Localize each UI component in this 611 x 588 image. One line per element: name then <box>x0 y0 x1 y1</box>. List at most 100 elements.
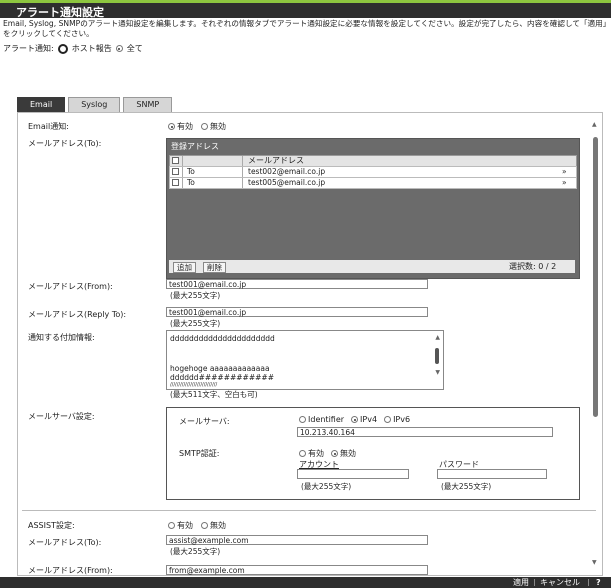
mail-address-table: 登録アドレス メールアドレス To test002@email.co.jp » … <box>166 138 580 279</box>
text-line: dddddd############ <box>170 373 274 382</box>
alert-notification-row: アラート通知: ホスト報告 全て <box>3 43 143 54</box>
additional-info-textarea[interactable]: dddddddddddddddddddddd hogehoge aaaaaaaa… <box>166 330 444 390</box>
mail-from-label: メールアドレス(From): <box>28 282 113 291</box>
page-description: Email, Syslog, SNMPのアラート通知設定を編集します。それぞれの… <box>3 19 607 38</box>
select-all-checkbox[interactable] <box>172 157 179 164</box>
assist-enabled-radio[interactable] <box>168 522 175 529</box>
host-report-radio[interactable] <box>57 43 68 54</box>
reply-to-input[interactable]: test001@email.co.jp <box>166 307 428 317</box>
divider <box>588 579 589 586</box>
assist-disabled-radio[interactable] <box>201 522 208 529</box>
scroll-up-icon[interactable]: ▲ <box>592 121 597 128</box>
divider <box>534 579 535 586</box>
mail-server-box: メールサーバ: Identifier IPv4 IPv6 10.213.40.1… <box>166 407 580 500</box>
identifier-label: Identifier <box>308 415 345 424</box>
ipv4-label: IPv4 <box>360 415 378 424</box>
reply-to-hint: (最大255文字) <box>170 319 221 328</box>
assist-label: ASSIST設定: <box>28 521 75 530</box>
table-footer: 追加 削除 選択数: 0 / 2 <box>169 260 575 273</box>
add-button[interactable]: 追加 <box>173 262 196 273</box>
expand-icon[interactable]: » <box>562 178 567 188</box>
row-checkbox[interactable] <box>172 168 179 175</box>
smtp-enabled-label: 有効 <box>308 449 324 458</box>
row-type: To <box>187 178 195 187</box>
tab-email[interactable]: Email <box>17 97 66 113</box>
scroll-down-icon[interactable]: ▼ <box>592 559 597 566</box>
mail-server-label: メールサーバ: <box>179 417 230 426</box>
column-header-address: メールアドレス <box>248 156 304 165</box>
row-type: To <box>187 167 195 176</box>
smtp-auth-options: 有効 無効 <box>299 448 356 459</box>
smtp-disabled-label: 無効 <box>340 449 356 458</box>
smtp-disabled-radio[interactable] <box>331 450 338 457</box>
divider <box>242 167 243 177</box>
ipv6-label: IPv6 <box>393 415 411 424</box>
mail-from-hint: (最大255文字) <box>170 291 221 300</box>
text-line: dddddddddddddddddddddd <box>170 334 275 343</box>
divider <box>242 156 243 166</box>
email-notify-label: Email通知: <box>28 122 69 131</box>
mail-server-settings-label: メールサーバ設定: <box>28 412 95 421</box>
email-enabled-label: 有効 <box>177 122 193 131</box>
additional-info-hint: (最大511文字、空白も可) <box>170 390 258 399</box>
ipv4-radio[interactable] <box>351 416 359 423</box>
expand-icon[interactable]: » <box>562 167 567 177</box>
divider <box>182 167 183 177</box>
textarea-scroll-thumb[interactable] <box>435 348 439 364</box>
divider <box>242 178 243 188</box>
alert-notification-label: アラート通知: <box>3 44 54 53</box>
mail-server-options: Identifier IPv4 IPv6 <box>299 415 410 424</box>
account-hint: (最大255文字) <box>301 482 352 491</box>
assist-options: 有効 無効 <box>168 520 226 531</box>
tab-syslog[interactable]: Syslog <box>68 97 121 113</box>
host-report-label: ホスト報告 <box>71 44 112 53</box>
assist-to-input[interactable]: assist@example.com <box>166 535 428 545</box>
tab-snmp[interactable]: SNMP <box>123 97 173 113</box>
divider <box>182 156 183 166</box>
email-disabled-label: 無効 <box>210 122 226 131</box>
section-divider <box>22 510 596 511</box>
password-hint: (最大255文字) <box>441 482 492 491</box>
assist-enabled-label: 有効 <box>177 521 193 530</box>
password-input[interactable] <box>437 469 547 479</box>
scroll-thumb[interactable] <box>593 137 598 417</box>
account-input[interactable] <box>297 469 409 479</box>
reply-to-label: メールアドレス(Reply To): <box>28 310 127 319</box>
scroll-up-icon[interactable]: ▲ <box>435 334 440 341</box>
delete-button[interactable]: 削除 <box>203 262 226 273</box>
cancel-button[interactable]: キャンセル <box>540 577 580 588</box>
row-checkbox[interactable] <box>172 179 179 186</box>
all-radio[interactable] <box>115 45 123 52</box>
email-settings-panel: Email通知: 有効 無効 メールアドレス(To): 登録アドレス メールアド… <box>17 112 603 576</box>
mail-server-input[interactable]: 10.213.40.164 <box>297 427 553 437</box>
apply-button[interactable]: 適用 <box>513 577 529 588</box>
assist-from-label: メールアドレス(From): <box>28 566 113 575</box>
email-enabled-radio[interactable] <box>168 123 175 130</box>
row-address: test005@email.co.jp <box>248 178 326 187</box>
page-title: アラート通知設定 <box>16 6 104 19</box>
divider <box>182 178 183 188</box>
scroll-down-icon[interactable]: ▼ <box>435 369 440 376</box>
mail-to-label: メールアドレス(To): <box>28 139 102 148</box>
table-row[interactable]: To test005@email.co.jp » <box>169 177 577 189</box>
panel-scrollbar[interactable]: ▲ ▼ <box>592 121 599 571</box>
tab-bar: Email Syslog SNMP <box>17 97 173 113</box>
text-line: hogehoge aaaaaaaaaaaaa <box>170 364 270 373</box>
identifier-radio[interactable] <box>299 416 306 423</box>
additional-info-label: 通知する付加情報: <box>28 333 95 342</box>
mail-from-input[interactable]: test001@email.co.jp <box>166 279 428 289</box>
assist-from-input[interactable]: from@example.com <box>166 565 428 575</box>
smtp-enabled-radio[interactable] <box>299 450 306 457</box>
assist-disabled-label: 無効 <box>210 521 226 530</box>
ipv6-radio[interactable] <box>384 416 392 423</box>
email-disabled-radio[interactable] <box>201 123 208 130</box>
assist-to-hint: (最大255文字) <box>170 547 221 556</box>
text-line: //////////////////////////// <box>170 382 218 388</box>
email-notify-options: 有効 無効 <box>168 121 226 132</box>
footer-bar: 適用 キャンセル ? <box>0 577 611 588</box>
table-caption: 登録アドレス <box>171 142 219 151</box>
selected-count: 選択数: 0 / 2 <box>509 262 557 271</box>
title-bar: アラート通知設定 <box>0 0 611 19</box>
help-icon[interactable]: ? <box>596 577 601 588</box>
smtp-auth-label: SMTP認証: <box>179 449 220 458</box>
